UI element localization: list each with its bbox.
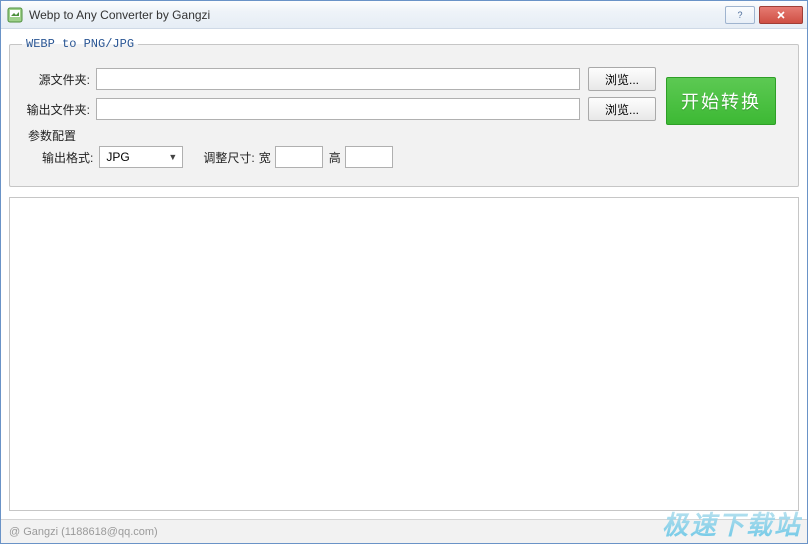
output-format-select[interactable]: ▼ [99,146,183,168]
app-icon [7,7,23,23]
statusbar: @ Gangzi (1188618@qq.com) [1,519,807,543]
output-format-label: 输出格式: [42,149,93,166]
titlebar: Webp to Any Converter by Gangzi ? [1,1,807,29]
help-button[interactable]: ? [725,6,755,24]
start-convert-button[interactable]: 开始转换 [666,77,776,125]
output-row: 输出文件夹: 浏览... [22,97,656,121]
width-input[interactable] [275,146,323,168]
svg-text:?: ? [737,10,742,20]
params-heading: 参数配置 [28,127,786,144]
close-button[interactable] [759,6,803,24]
output-folder-input[interactable] [96,98,580,120]
source-label: 源文件夹: [22,71,90,88]
browse-output-button[interactable]: 浏览... [588,97,656,121]
window-title: Webp to Any Converter by Gangzi [29,8,725,22]
browse-source-button[interactable]: 浏览... [588,67,656,91]
height-input[interactable] [345,146,393,168]
client-area: WEBP to PNG/JPG 开始转换 源文件夹: 浏览... 输出文件夹: … [1,29,807,519]
window-buttons: ? [725,6,803,24]
output-format-value[interactable] [99,146,183,168]
resize-label: 调整尺寸: [203,149,254,166]
statusbar-text: @ Gangzi (1188618@qq.com) [9,526,158,538]
source-row: 源文件夹: 浏览... [22,67,656,91]
width-label: 宽 [259,149,271,166]
params-row: 输出格式: ▼ 调整尺寸: 宽 高 [42,146,786,168]
settings-groupbox: WEBP to PNG/JPG 开始转换 源文件夹: 浏览... 输出文件夹: … [9,37,799,187]
log-area[interactable] [9,197,799,511]
source-folder-input[interactable] [96,68,580,90]
groupbox-legend: WEBP to PNG/JPG [22,37,138,51]
height-label: 高 [329,149,341,166]
output-label: 输出文件夹: [22,101,90,118]
